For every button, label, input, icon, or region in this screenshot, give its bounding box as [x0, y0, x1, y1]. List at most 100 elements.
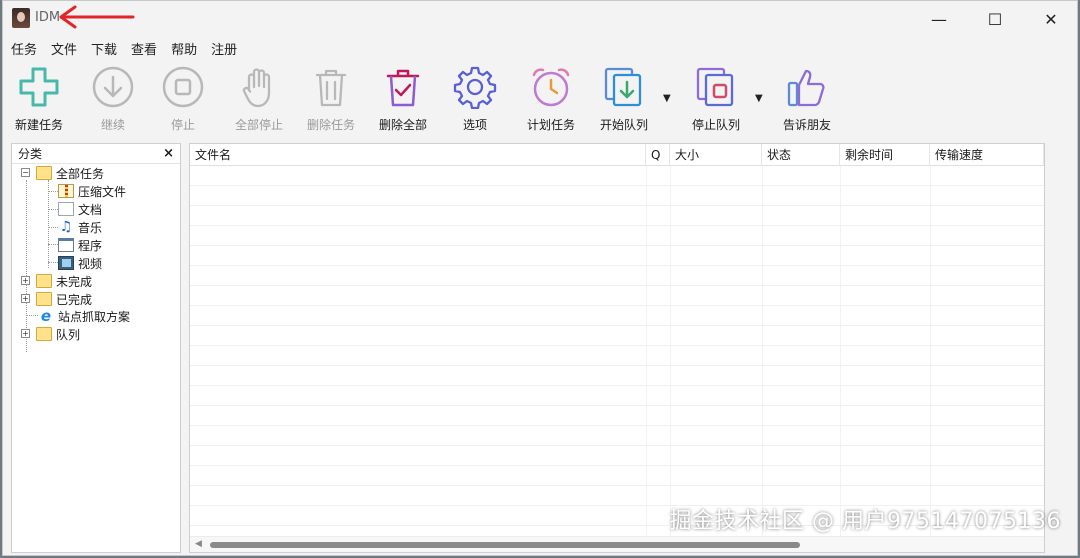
column-queue[interactable]: Q — [646, 144, 670, 166]
column-transfer-rate[interactable]: 传输速度 — [930, 144, 1044, 166]
stop-label: 停止 — [170, 118, 195, 132]
tell-friend-button[interactable]: 告诉朋友 — [775, 65, 839, 133]
start-queue-label: 开始队列 — [599, 118, 648, 132]
column-divider — [930, 166, 931, 536]
red-arrow-annotation-icon — [59, 5, 135, 29]
add-task-label: 新建任务 — [14, 118, 63, 132]
tree-item-programs[interactable]: 程序 — [58, 236, 102, 254]
tree-item-label: 全部任务 — [56, 166, 105, 181]
video-film-icon — [58, 256, 74, 270]
tree-item-queues[interactable]: + 队列 — [12, 325, 80, 343]
column-divider — [670, 166, 671, 536]
tree-item-label: 文档 — [78, 202, 103, 217]
close-button[interactable]: ✕ — [1023, 1, 1077, 37]
alarm-clock-icon — [532, 68, 570, 107]
tell-friend-label: 告诉朋友 — [782, 118, 831, 132]
column-time-left[interactable]: 剩余时间 — [840, 144, 930, 166]
idm-window: IDM — ☐ ✕ 任务 文件 下载 查看 帮助 注册 新建任务 继续 停止 全… — [2, 0, 1078, 556]
menu-file[interactable]: 文件 — [51, 39, 77, 58]
expand-toggle-icon[interactable]: + — [21, 294, 30, 303]
list-header: 文件名 Q 大小 状态 剩余时间 传输速度 最后 — [190, 144, 1044, 166]
plus-icon — [19, 67, 59, 107]
document-icon — [58, 202, 74, 216]
minimize-button[interactable]: — — [911, 1, 967, 37]
category-title: 分类 — [18, 147, 43, 161]
folder-check-icon — [36, 292, 52, 306]
column-divider — [646, 166, 647, 536]
zip-file-icon — [58, 184, 74, 198]
menu-view[interactable]: 查看 — [131, 39, 157, 58]
tree-item-label: 程序 — [78, 238, 103, 253]
tree-line — [48, 227, 58, 228]
column-filename[interactable]: 文件名 — [190, 144, 646, 166]
stop-queue-button[interactable]: 停止队列 — [683, 65, 749, 133]
expand-toggle-icon[interactable]: + — [21, 329, 30, 338]
tree-item-compressed[interactable]: 压缩文件 — [58, 182, 126, 200]
tree-item-music[interactable]: ♫ 音乐 — [58, 218, 102, 236]
category-header: 分类 × — [12, 144, 180, 164]
tree-item-label: 未完成 — [56, 274, 93, 289]
tree-line — [48, 244, 58, 245]
tree-item-label: 队列 — [56, 327, 81, 342]
folder-open-icon — [36, 166, 52, 180]
tree-line — [48, 209, 58, 210]
app-avatar-icon — [12, 8, 30, 28]
scrollbar-thumb[interactable] — [210, 542, 800, 548]
stop-queue-dropdown-icon[interactable]: ▼ — [755, 93, 765, 104]
folder-download-icon — [36, 274, 52, 288]
tree-line — [48, 180, 49, 268]
list-body[interactable] — [190, 166, 1044, 536]
scheduler-label: 计划任务 — [526, 118, 575, 132]
menu-task[interactable]: 任务 — [11, 39, 37, 58]
start-queue-button[interactable]: 开始队列 — [591, 65, 657, 133]
tree-line — [26, 315, 38, 316]
category-panel: 分类 × − 全部任务 压缩文件 文档 ♫ 音乐 程序 视频 + 未完成 + 已… — [11, 143, 181, 553]
tree-item-site-grabber[interactable]: e 站点抓取方案 — [38, 307, 130, 325]
add-task-button[interactable]: 新建任务 — [11, 65, 67, 133]
column-divider — [762, 166, 763, 536]
column-status[interactable]: 状态 — [762, 144, 840, 166]
resume-label: 继续 — [100, 118, 125, 132]
tree-item-finished[interactable]: + 已完成 — [12, 290, 92, 308]
column-divider — [840, 166, 841, 536]
gear-icon — [453, 66, 497, 109]
collapse-toggle-icon[interactable]: − — [21, 168, 30, 177]
menu-download[interactable]: 下载 — [91, 39, 117, 58]
right-edge-strip — [1045, 143, 1075, 553]
title-bar: IDM — ☐ ✕ — [3, 1, 1077, 37]
tree-item-all-tasks[interactable]: − 全部任务 — [12, 164, 104, 182]
tree-item-label: 音乐 — [78, 220, 103, 235]
tree-line — [48, 262, 58, 263]
options-label: 选项 — [462, 118, 487, 132]
scroll-left-icon[interactable]: ◀ — [195, 539, 202, 549]
start-queue-dropdown-icon[interactable]: ▼ — [663, 93, 673, 104]
options-button[interactable]: 选项 — [447, 65, 503, 133]
tree-item-label: 站点抓取方案 — [58, 309, 131, 324]
stop-all-button[interactable]: 全部停止 — [227, 65, 291, 133]
music-note-icon: ♫ — [59, 219, 73, 235]
menu-register[interactable]: 注册 — [211, 39, 237, 58]
column-size[interactable]: 大小 — [670, 144, 762, 166]
delete-task-button[interactable]: 删除任务 — [299, 65, 363, 133]
tree-item-video[interactable]: 视频 — [58, 254, 102, 272]
tree-item-documents[interactable]: 文档 — [58, 200, 102, 218]
menu-help[interactable]: 帮助 — [171, 39, 197, 58]
expand-toggle-icon[interactable]: + — [21, 276, 30, 285]
download-list: 文件名 Q 大小 状态 剩余时间 传输速度 最后 ◀ — [189, 143, 1045, 553]
folder-icon — [36, 327, 52, 341]
scheduler-button[interactable]: 计划任务 — [519, 65, 583, 133]
tree-item-unfinished[interactable]: + 未完成 — [12, 272, 92, 290]
delete-all-button[interactable]: 删除全部 — [371, 65, 435, 133]
horizontal-scrollbar[interactable]: ◀ — [190, 536, 1044, 552]
stop-button[interactable]: 停止 — [155, 65, 211, 133]
delete-all-label: 删除全部 — [378, 118, 427, 132]
maximize-button[interactable]: ☐ — [967, 1, 1023, 37]
resume-button[interactable]: 继续 — [85, 65, 141, 133]
menu-bar: 任务 文件 下载 查看 帮助 注册 — [3, 37, 1077, 59]
internet-explorer-icon: e — [40, 307, 52, 325]
tree-item-label: 压缩文件 — [78, 184, 127, 199]
queue-download-icon — [604, 67, 642, 107]
category-close-icon[interactable]: × — [163, 146, 174, 161]
stop-circle-icon — [162, 66, 204, 108]
trash-check-icon — [386, 69, 420, 107]
